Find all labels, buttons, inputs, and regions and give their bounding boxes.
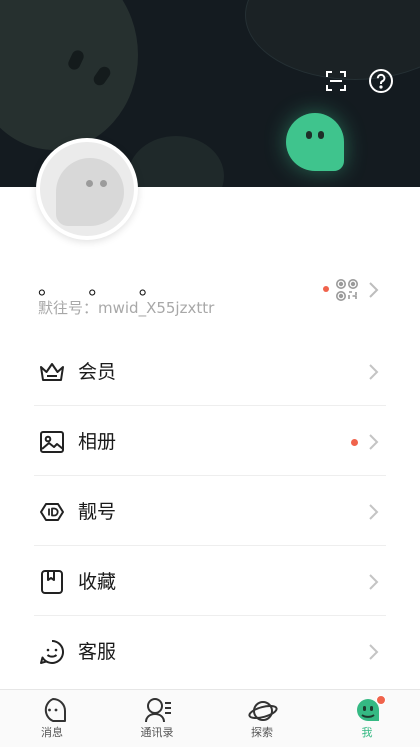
- notification-dot: [351, 439, 358, 446]
- menu-item-album[interactable]: 相册: [0, 406, 420, 476]
- image-icon: [38, 428, 66, 456]
- tab-label: 我: [361, 726, 373, 739]
- customer-service-icon: [38, 638, 66, 666]
- contacts-icon: [143, 696, 173, 726]
- qr-notification-dot: [323, 286, 329, 292]
- decor-blob: [0, 0, 138, 150]
- chevron-right-icon[interactable]: [366, 280, 380, 300]
- decor-blob: [128, 136, 224, 187]
- chevron-right-icon: [366, 362, 380, 382]
- chevron-right-icon: [366, 432, 380, 452]
- planet-icon: [248, 696, 278, 726]
- menu-item-favorites[interactable]: 收藏: [0, 546, 420, 616]
- message-icon: [38, 696, 68, 726]
- menu-item-label: 靓号: [78, 501, 117, 523]
- crown-icon: [38, 358, 66, 386]
- bottom-tab-bar: 消息 通讯录 探索 我: [0, 689, 420, 747]
- menu-item-vip[interactable]: 会员: [0, 336, 420, 406]
- tab-badge-dot: [376, 695, 386, 705]
- chevron-right-icon: [366, 642, 380, 662]
- menu-item-label: 收藏: [78, 571, 117, 593]
- bookmark-icon: [38, 568, 66, 596]
- chevron-right-icon: [366, 502, 380, 522]
- chevron-right-icon: [366, 572, 380, 592]
- menu-item-label: 客服: [78, 641, 117, 663]
- qr-code-icon[interactable]: [334, 277, 360, 303]
- menu-item-label: 相册: [78, 431, 117, 453]
- menu-item-customer-service[interactable]: 客服: [0, 616, 420, 686]
- settings-menu: 会员 相册 靓号 收藏 客服: [0, 336, 420, 686]
- mascot-ghost-icon: [286, 113, 344, 171]
- avatar-placeholder-icon: [40, 142, 134, 236]
- help-icon[interactable]: [368, 68, 394, 94]
- profile-id: 默往号：mwid_X55jzxttr: [38, 299, 215, 317]
- tab-messages[interactable]: 消息: [12, 690, 92, 747]
- menu-item-label: 会员: [78, 361, 117, 383]
- profile-name[interactable]: 。 。 。: [38, 276, 171, 298]
- tab-label: 探索: [251, 726, 273, 739]
- menu-item-vanity-id[interactable]: 靓号: [0, 476, 420, 546]
- scan-icon[interactable]: [323, 68, 349, 94]
- id-tag-icon: [38, 498, 66, 526]
- tab-explore[interactable]: 探索: [222, 690, 302, 747]
- tab-label: 通讯录: [140, 726, 174, 739]
- tab-label: 消息: [41, 726, 63, 739]
- tab-me[interactable]: 我: [327, 690, 407, 747]
- avatar[interactable]: [36, 138, 138, 240]
- tab-contacts[interactable]: 通讯录: [117, 690, 197, 747]
